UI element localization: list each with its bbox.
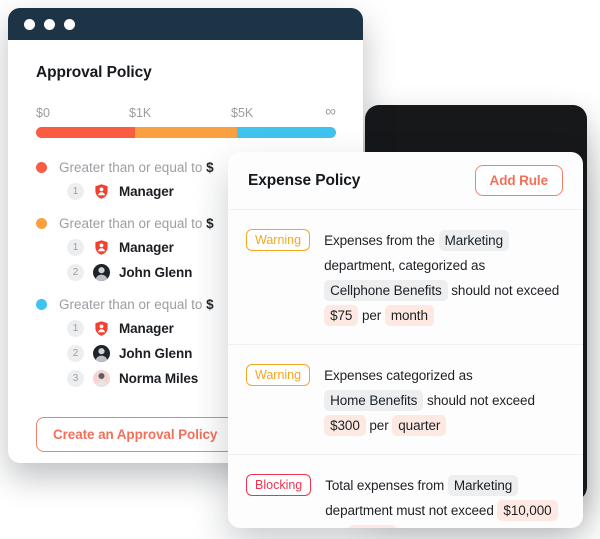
scale-label-1k: $1K [129,106,152,120]
scale-label-5k: $5K [231,106,254,120]
tier-color-dot [36,299,47,310]
approver-rank: 1 [67,320,84,337]
expense-card-header: Expense Policy Add Rule [228,152,583,210]
expense-rule-row[interactable]: Warning Expenses from the Marketing depar… [228,210,583,345]
rule-token-chip[interactable]: quarter [392,415,447,436]
scale-segment-tier1 [36,127,135,138]
approver-rank: 2 [67,264,84,281]
rule-description: Total expenses from Marketing department… [325,473,565,528]
tier-threshold-label: Greater than or equal to $ [59,216,214,231]
rule-token-chip[interactable]: $10,000 [497,500,558,521]
status-badge: Warning [246,229,311,251]
scale-segment-tier2 [135,127,237,138]
approver-rank: 1 [67,239,84,256]
approver-name: John Glenn [119,346,193,361]
shield-person-icon [93,183,110,200]
status-badge: Blocking [246,474,312,496]
approver-name: Norma Miles [119,371,199,386]
rule-token-chip[interactable]: $300 [324,415,366,436]
status-badge: Warning [246,364,311,386]
add-rule-button[interactable]: Add Rule [474,165,563,196]
shield-person-icon [93,239,110,256]
create-approval-policy-button[interactable]: Create an Approval Policy [36,417,235,452]
approver-name: Manager [119,321,174,336]
rule-description: Expenses from the Marketing department, … [324,228,565,328]
scale-segment-tier3 [237,127,336,138]
avatar [93,370,110,387]
expense-rule-row[interactable]: Blocking Total expenses from Marketing de… [228,455,583,528]
expense-rule-row[interactable]: Warning Expenses categorized as Home Bene… [228,345,583,455]
approver-name: Manager [119,184,174,199]
rule-token-chip[interactable]: Marketing [447,475,519,496]
scale-bar [36,127,336,138]
approver-name: John Glenn [119,265,193,280]
tier-threshold-label: Greater than or equal to $ [59,160,214,175]
window-titlebar [8,8,363,40]
approver-rank: 3 [67,370,84,387]
rule-token-chip[interactable]: Home Benefits [324,390,424,411]
page-title: Approval Policy [36,64,152,81]
close-icon[interactable] [24,18,35,30]
approver-rank: 2 [67,345,84,362]
amount-scale: $0 $1K $5K ∞ [36,103,336,138]
expense-policy-card: Expense Policy Add Rule Warning Expenses … [228,152,583,528]
scale-labels: $0 $1K $5K ∞ [36,103,336,122]
tier-threshold-label: Greater than or equal to $ [59,297,214,312]
expense-policy-title: Expense Policy [248,171,361,189]
shield-person-icon [93,320,110,337]
tier-color-dot [36,218,47,229]
rule-token-chip[interactable]: Marketing [438,230,509,251]
rule-description: Expenses categorized as Home Benefits sh… [324,363,565,438]
expense-rule-list: Warning Expenses from the Marketing depar… [228,210,583,528]
avatar [93,345,110,362]
approver-rank: 1 [67,183,84,200]
avatar [93,264,110,281]
rule-token-chip[interactable]: Cellphone Benefits [324,280,448,301]
tier-color-dot [36,162,47,173]
rule-token-chip[interactable]: month [348,525,398,528]
scale-label-infinity: ∞ [325,103,336,120]
rule-token-chip[interactable]: month [384,305,434,326]
approver-name: Manager [119,240,174,255]
scale-label-min: $0 [36,106,50,120]
rule-token-chip[interactable]: $75 [324,305,359,326]
minimize-icon[interactable] [44,18,55,30]
maximize-icon[interactable] [64,18,75,30]
